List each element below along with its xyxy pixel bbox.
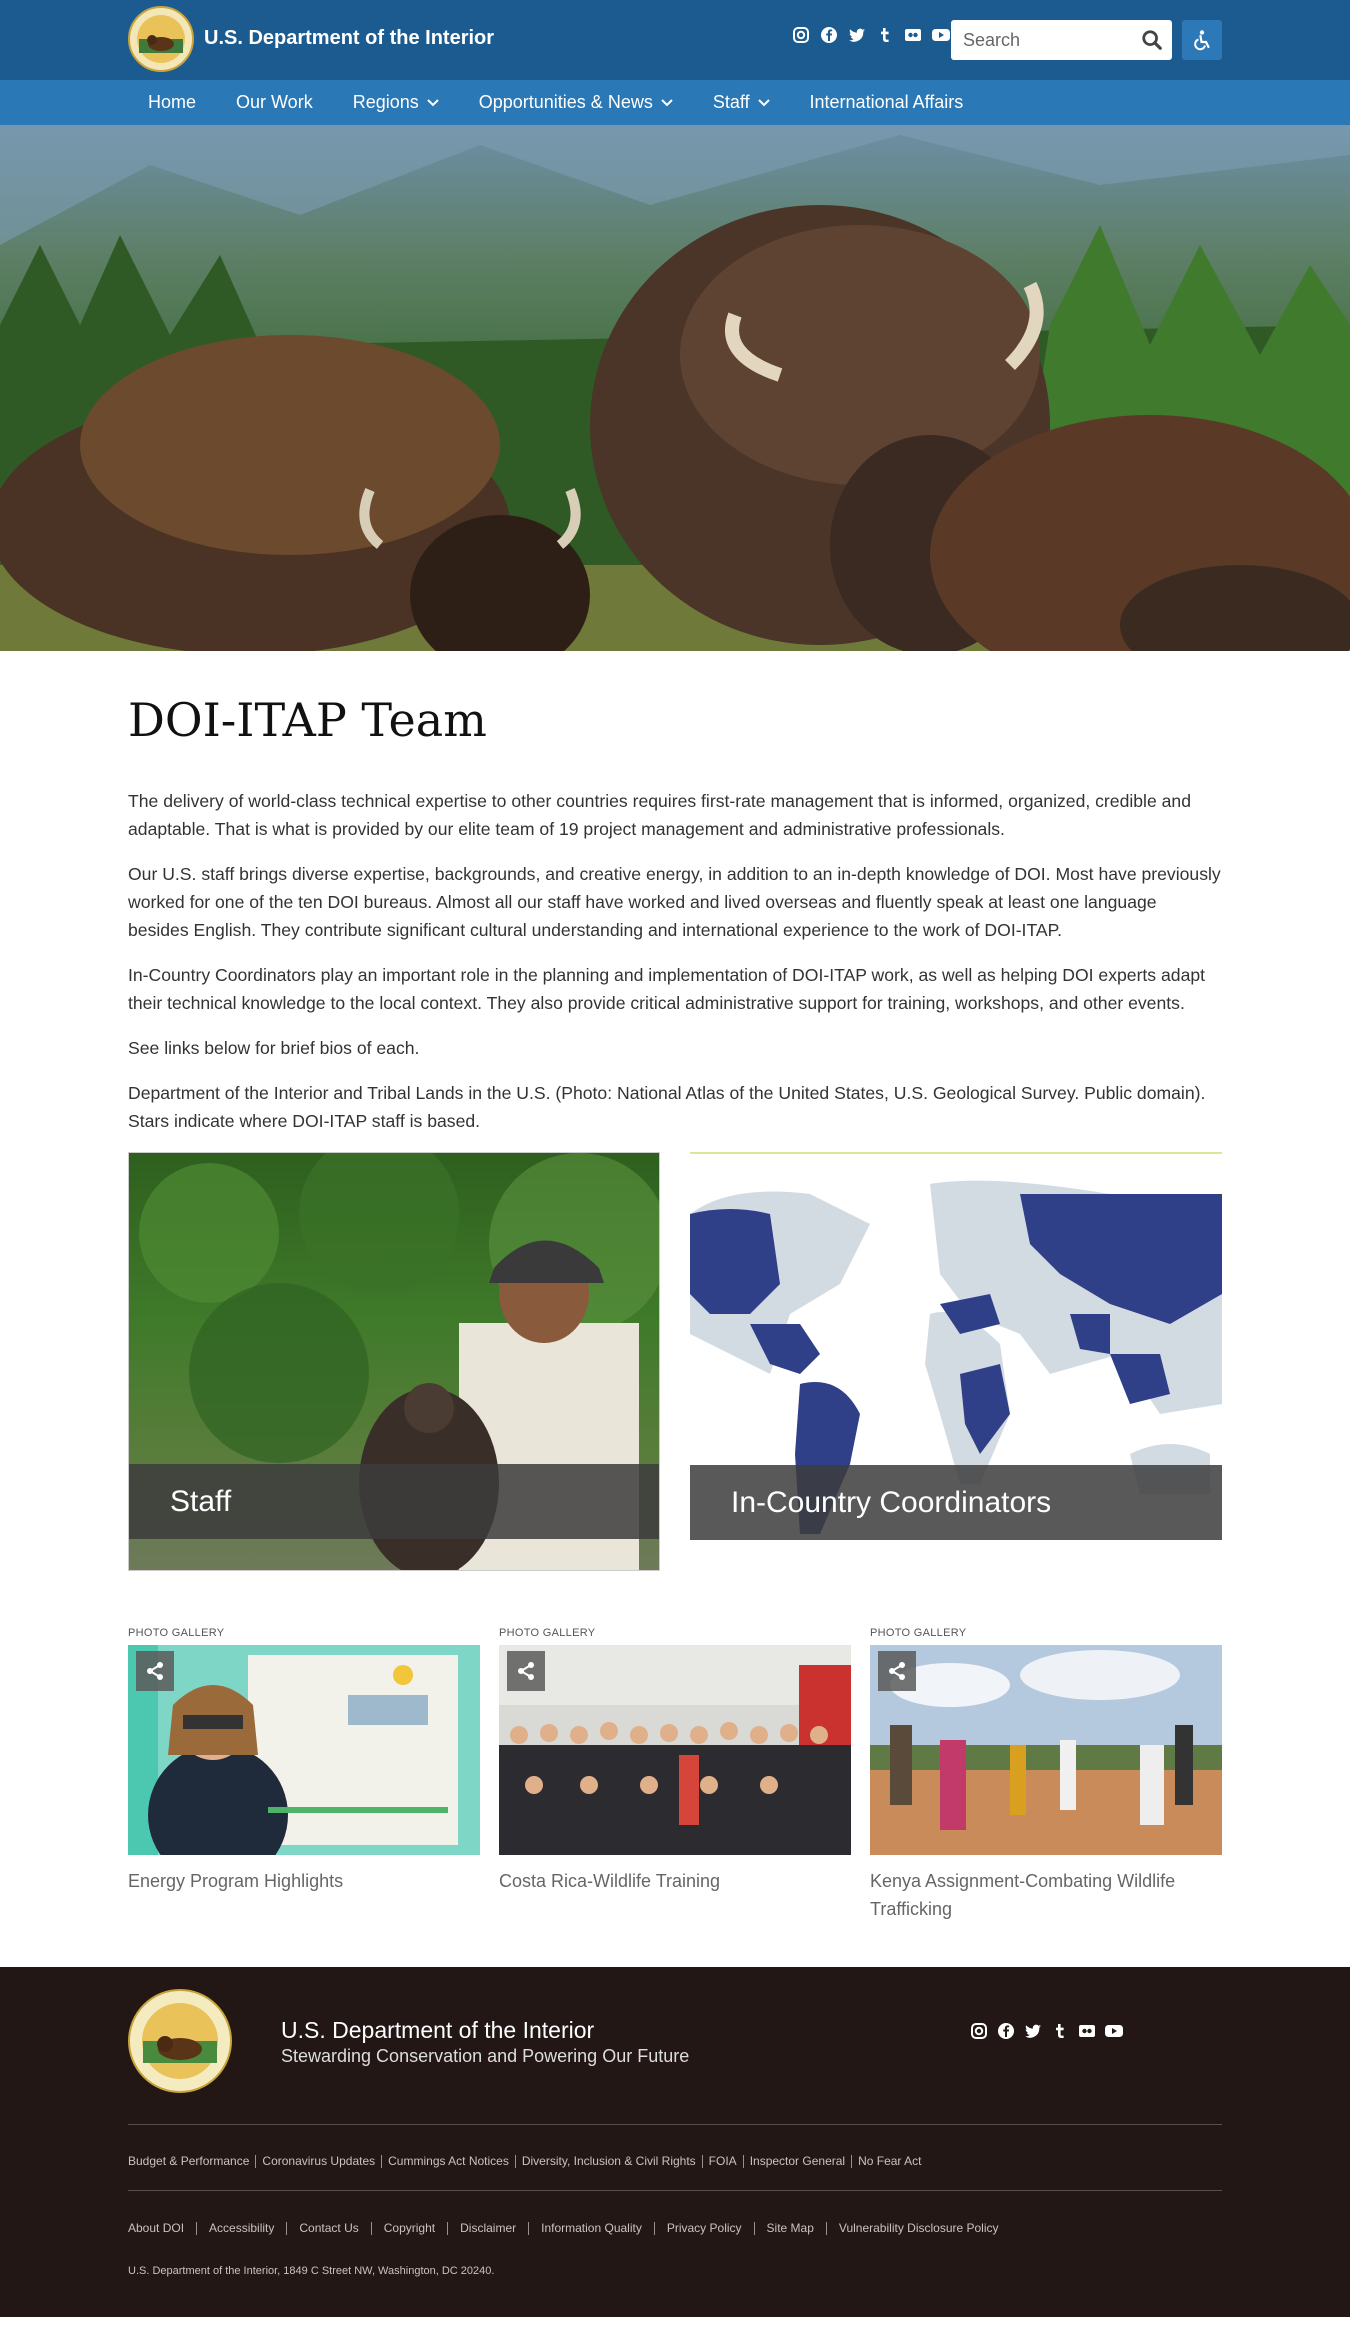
nav-label: Our Work bbox=[236, 92, 313, 112]
intro-paragraph: Department of the Interior and Tribal La… bbox=[128, 1083, 1206, 1131]
top-bar: U.S. Department of the Interior bbox=[0, 0, 1350, 80]
doi-seal-logo[interactable] bbox=[128, 6, 194, 72]
intro-paragraph: Our U.S. staff brings diverse expertise,… bbox=[128, 864, 1221, 940]
footer-link[interactable]: No Fear Act bbox=[851, 2155, 927, 2168]
footer-link[interactable]: Contact Us bbox=[286, 2222, 370, 2235]
coordinators-card[interactable]: In-Country Coordinators bbox=[690, 1152, 1222, 1571]
gallery-thumbnail[interactable] bbox=[128, 1645, 480, 1855]
gallery-card[interactable]: PHOTO GALLERY Energy Program Highlights bbox=[128, 1627, 480, 1923]
footer-link[interactable]: Vulnerability Disclosure Policy bbox=[825, 2222, 1011, 2235]
page-title: DOI-ITAP Team bbox=[128, 693, 487, 747]
footer-social-icons bbox=[970, 2022, 1123, 2040]
nav-item-home[interactable]: Home bbox=[128, 80, 216, 125]
staff-card[interactable]: Staff bbox=[128, 1152, 660, 1571]
coordinators-card-label: In-Country Coordinators bbox=[690, 1465, 1222, 1540]
tumblr-icon[interactable] bbox=[1051, 2022, 1069, 2040]
footer-link[interactable]: FOIA bbox=[701, 2155, 743, 2168]
search-box bbox=[951, 20, 1172, 60]
twitter-icon[interactable] bbox=[848, 26, 866, 44]
share-icon bbox=[889, 1662, 905, 1680]
accessibility-button[interactable] bbox=[1182, 20, 1222, 60]
flickr-icon[interactable] bbox=[1078, 2022, 1096, 2040]
footer-link[interactable]: Inspector General bbox=[742, 2155, 851, 2168]
facebook-icon[interactable] bbox=[820, 26, 838, 44]
footer-title: U.S. Department of the Interior bbox=[281, 2017, 595, 2043]
nav-label: Opportunities & News bbox=[478, 92, 653, 112]
site-footer: U.S. Department of the Interior Stewardi… bbox=[0, 1967, 1350, 2317]
footer-divider bbox=[128, 2190, 1222, 2191]
share-button[interactable] bbox=[878, 1651, 916, 1691]
nav-label: Staff bbox=[712, 92, 750, 112]
footer-link[interactable]: Disclaimer bbox=[447, 2222, 528, 2235]
footer-links-secondary: About DOI Accessibility Contact Us Copyr… bbox=[128, 2222, 1011, 2235]
main-content: DOI-ITAP Team The delivery of world-clas… bbox=[0, 693, 1350, 1923]
doi-seal-logo[interactable] bbox=[128, 1989, 232, 2093]
staff-card-label: Staff bbox=[129, 1464, 659, 1539]
youtube-icon[interactable] bbox=[932, 26, 950, 44]
chevron-down-icon bbox=[427, 98, 439, 106]
gallery-thumbnail[interactable] bbox=[870, 1645, 1222, 1855]
share-icon bbox=[147, 1662, 163, 1680]
footer-divider bbox=[128, 2124, 1222, 2125]
chevron-down-icon bbox=[661, 98, 673, 106]
footer-link[interactable]: Budget & Performance bbox=[128, 2155, 255, 2168]
chevron-down-icon bbox=[757, 98, 770, 106]
gallery-tag: PHOTO GALLERY bbox=[128, 1627, 225, 1639]
gallery-thumbnail[interactable] bbox=[499, 1645, 851, 1855]
share-icon bbox=[518, 1662, 534, 1680]
footer-link[interactable]: About DOI bbox=[128, 2222, 196, 2235]
intro-paragraph: See links below for brief bios of each. bbox=[128, 1038, 420, 1058]
intro-paragraph: In-Country Coordinators play an importan… bbox=[128, 965, 1206, 1013]
nav-label: International Affairs bbox=[809, 92, 964, 112]
youtube-icon[interactable] bbox=[1105, 2022, 1123, 2040]
nav-item-our-work[interactable]: Our Work bbox=[216, 80, 333, 125]
gallery-tag: PHOTO GALLERY bbox=[870, 1627, 967, 1639]
flickr-icon[interactable] bbox=[904, 26, 922, 44]
social-icons bbox=[792, 26, 950, 44]
team-cards: Staff In-Country Coordinators bbox=[128, 1152, 1222, 1571]
gallery-tag: PHOTO GALLERY bbox=[499, 1627, 596, 1639]
footer-tagline: Stewarding Conservation and Powering Our… bbox=[281, 2046, 690, 2066]
nav-label: Regions bbox=[352, 92, 419, 112]
gallery-caption[interactable]: Kenya Assignment-Combating Wildlife Traf… bbox=[870, 1867, 1222, 1923]
nav-item-international-affairs[interactable]: International Affairs bbox=[790, 80, 984, 125]
share-button[interactable] bbox=[136, 1651, 174, 1691]
facebook-icon[interactable] bbox=[997, 2022, 1015, 2040]
main-nav: Home Our Work Regions Opportunities & Ne… bbox=[0, 80, 1350, 125]
instagram-icon[interactable] bbox=[970, 2022, 988, 2040]
photo-galleries: PHOTO GALLERY Energy Program Highlights … bbox=[128, 1627, 1222, 1923]
nav-item-opportunities-news[interactable]: Opportunities & News bbox=[459, 80, 693, 125]
nav-label: Home bbox=[148, 92, 197, 112]
nav-item-regions[interactable]: Regions bbox=[333, 80, 459, 125]
footer-link[interactable]: Information Quality bbox=[528, 2222, 654, 2235]
twitter-icon[interactable] bbox=[1024, 2022, 1042, 2040]
footer-link[interactable]: Privacy Policy bbox=[653, 2222, 754, 2235]
footer-link[interactable]: Diversity, Inclusion & Civil Rights bbox=[514, 2155, 702, 2168]
intro-text: The delivery of world-class technical ex… bbox=[128, 787, 1222, 1135]
search-icon[interactable] bbox=[1140, 29, 1164, 51]
search-input[interactable] bbox=[951, 20, 1131, 60]
footer-link[interactable]: Accessibility bbox=[196, 2222, 286, 2235]
footer-link[interactable]: Cummings Act Notices bbox=[381, 2155, 515, 2168]
site-header: U.S. Department of the Interior Home Our… bbox=[0, 0, 1350, 125]
gallery-caption[interactable]: Energy Program Highlights bbox=[128, 1867, 480, 1895]
accessibility-icon bbox=[1194, 30, 1210, 51]
gallery-card[interactable]: PHOTO GALLERY Kenya Assignment-Combating… bbox=[870, 1627, 1222, 1923]
footer-link[interactable]: Copyright bbox=[370, 2222, 447, 2235]
instagram-icon[interactable] bbox=[792, 26, 810, 44]
footer-address: U.S. Department of the Interior, 1849 C … bbox=[128, 2265, 495, 2277]
site-title-link[interactable]: U.S. Department of the Interior bbox=[204, 27, 494, 50]
intro-paragraph: The delivery of world-class technical ex… bbox=[128, 791, 1191, 839]
footer-link[interactable]: Site Map bbox=[753, 2222, 826, 2235]
hero-image-bison bbox=[0, 125, 1350, 651]
footer-link[interactable]: Coronavirus Updates bbox=[255, 2155, 381, 2168]
share-button[interactable] bbox=[507, 1651, 545, 1691]
footer-links-primary: Budget & Performance Coronavirus Updates… bbox=[128, 2155, 927, 2168]
gallery-card[interactable]: PHOTO GALLERY Costa Rica-Wildlife Traini… bbox=[499, 1627, 851, 1923]
tumblr-icon[interactable] bbox=[876, 26, 894, 44]
gallery-caption[interactable]: Costa Rica-Wildlife Training bbox=[499, 1867, 851, 1895]
nav-item-staff[interactable]: Staff bbox=[693, 80, 790, 125]
